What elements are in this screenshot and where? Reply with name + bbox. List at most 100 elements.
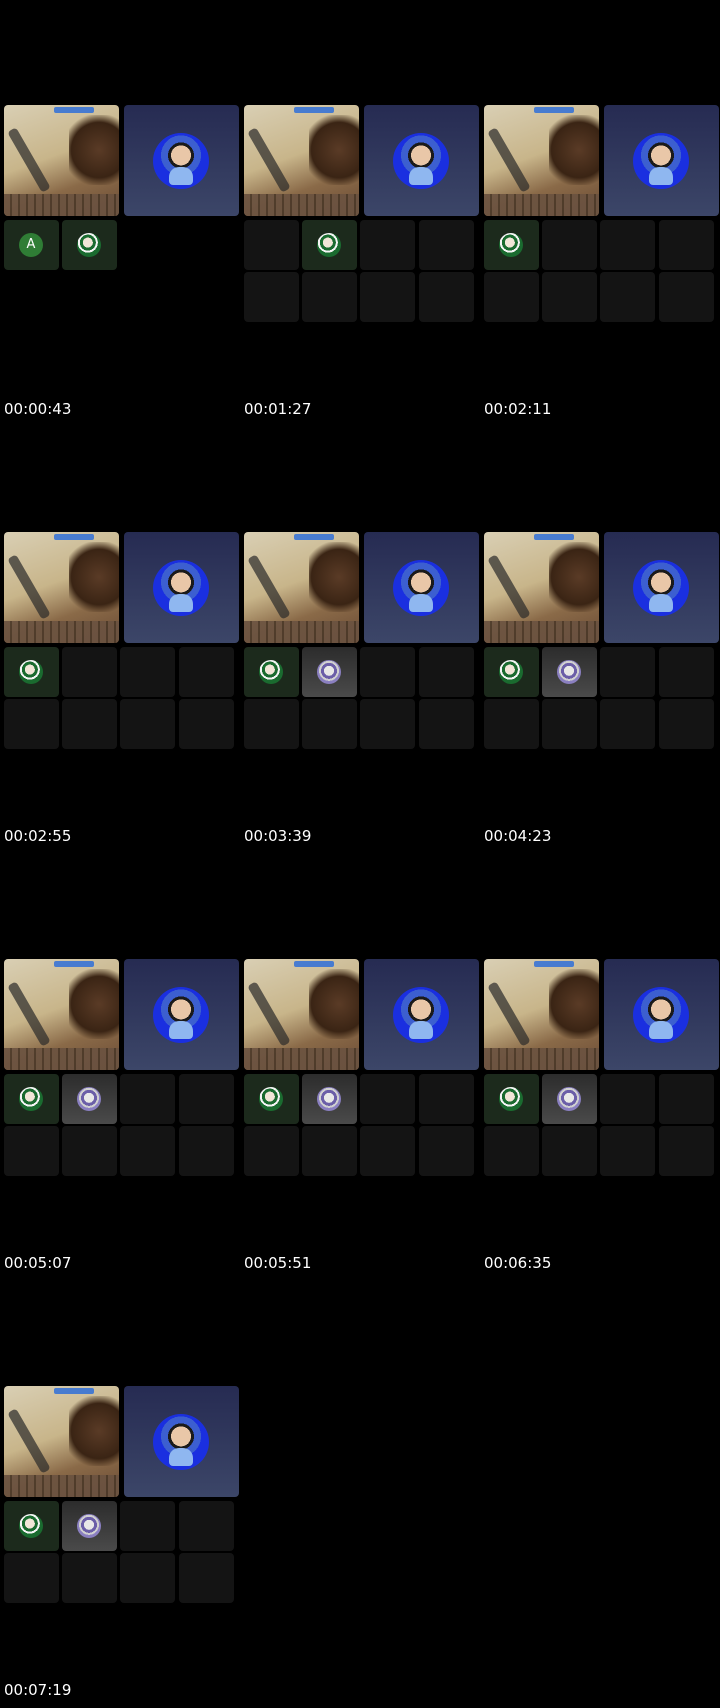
participant-tile	[360, 699, 415, 749]
participant-tile	[120, 1553, 175, 1603]
host-video-tile	[604, 532, 719, 643]
participant-tile	[600, 220, 655, 270]
participant-avatar	[259, 1087, 283, 1111]
participant-tile	[659, 1126, 714, 1176]
participant-tile	[542, 1126, 597, 1176]
participant-tile	[4, 1501, 59, 1551]
participant-tile	[542, 699, 597, 749]
video-frame-thumbnail: 00:01:27	[240, 0, 480, 427]
participant-tile	[179, 1074, 234, 1124]
shared-screen-tile	[4, 532, 119, 643]
participant-tile	[120, 1501, 175, 1551]
participant-tile	[484, 1126, 539, 1176]
shared-screen-tile	[484, 532, 599, 643]
video-frame-thumbnail: 00:02:11	[480, 0, 720, 427]
shared-screen-tile	[244, 105, 359, 216]
participant-tile	[659, 272, 714, 322]
participant-tile	[62, 1126, 117, 1176]
participant-tile	[120, 1126, 175, 1176]
participant-tile	[4, 1553, 59, 1603]
host-video-tile	[364, 959, 479, 1070]
frame-timestamp: 00:07:19	[4, 1681, 72, 1699]
shared-screen-tile	[484, 105, 599, 216]
participant-avatar	[557, 1087, 581, 1111]
participant-tile	[659, 220, 714, 270]
host-video-tile	[604, 959, 719, 1070]
participant-tile	[120, 699, 175, 749]
participant-tile	[302, 220, 357, 270]
participant-tile	[244, 220, 299, 270]
shared-screen-tile	[4, 105, 119, 216]
participant-tile	[484, 272, 539, 322]
shared-screen-tile	[244, 959, 359, 1070]
participant-tile	[179, 1501, 234, 1551]
frame-timestamp: 00:06:35	[484, 1254, 552, 1272]
video-frame-thumbnail: 00:07:19	[0, 1281, 240, 1708]
host-avatar	[633, 560, 689, 616]
host-avatar	[393, 560, 449, 616]
participant-tile	[360, 647, 415, 697]
host-avatar	[153, 1414, 209, 1470]
participant-tile	[302, 1074, 357, 1124]
participant-tile	[419, 1074, 474, 1124]
host-avatar	[153, 560, 209, 616]
frame-timestamp: 00:05:51	[244, 1254, 312, 1272]
participant-tile	[360, 220, 415, 270]
host-video-tile	[364, 105, 479, 216]
participant-tile	[360, 272, 415, 322]
participant-tile	[302, 1126, 357, 1176]
participant-tile	[302, 699, 357, 749]
participant-avatar	[499, 233, 523, 257]
participant-tile	[244, 272, 299, 322]
participant-tile	[600, 1074, 655, 1124]
participant-avatar	[77, 233, 101, 257]
participant-avatar	[19, 1087, 43, 1111]
host-avatar	[633, 133, 689, 189]
participant-tile	[659, 647, 714, 697]
host-video-tile	[124, 959, 239, 1070]
frame-timestamp: 00:02:55	[4, 827, 72, 845]
participant-tile	[659, 699, 714, 749]
participant-tile	[120, 647, 175, 697]
participant-tile	[419, 699, 474, 749]
host-avatar	[153, 133, 209, 189]
participant-tile	[179, 1126, 234, 1176]
participant-avatar	[77, 1514, 101, 1538]
participant-tile	[484, 699, 539, 749]
participant-tile	[484, 1074, 539, 1124]
host-video-tile	[604, 105, 719, 216]
frame-timestamp: 00:03:39	[244, 827, 312, 845]
participant-tile	[600, 699, 655, 749]
participant-avatar	[317, 660, 341, 684]
video-frame-thumbnail: 00:02:55	[0, 427, 240, 854]
participant-tile	[179, 699, 234, 749]
participant-tile	[542, 272, 597, 322]
participant-tile	[302, 272, 357, 322]
participant-tile	[302, 647, 357, 697]
participant-tile	[120, 1074, 175, 1124]
shared-screen-tile	[244, 532, 359, 643]
participant-tile	[179, 647, 234, 697]
participant-tile	[542, 220, 597, 270]
participant-tile	[600, 1126, 655, 1176]
participant-initial-avatar: A	[19, 233, 43, 257]
participant-tile	[62, 1553, 117, 1603]
participant-tile	[62, 220, 117, 270]
host-video-tile	[124, 532, 239, 643]
video-frame-thumbnail: 00:04:23	[480, 427, 720, 854]
participant-tile	[360, 1074, 415, 1124]
participant-tile	[62, 699, 117, 749]
participant-tile	[4, 1074, 59, 1124]
host-avatar	[393, 987, 449, 1043]
participant-tile	[4, 647, 59, 697]
participant-tile	[419, 1126, 474, 1176]
frame-timestamp: 00:02:11	[484, 400, 552, 418]
participant-tile	[244, 699, 299, 749]
participant-tile	[244, 1126, 299, 1176]
participant-avatar	[259, 660, 283, 684]
participant-avatar	[499, 660, 523, 684]
video-frame-thumbnail: A 00:00:43	[0, 0, 240, 427]
host-video-tile	[124, 105, 239, 216]
shared-screen-tile	[4, 959, 119, 1070]
host-avatar	[393, 133, 449, 189]
